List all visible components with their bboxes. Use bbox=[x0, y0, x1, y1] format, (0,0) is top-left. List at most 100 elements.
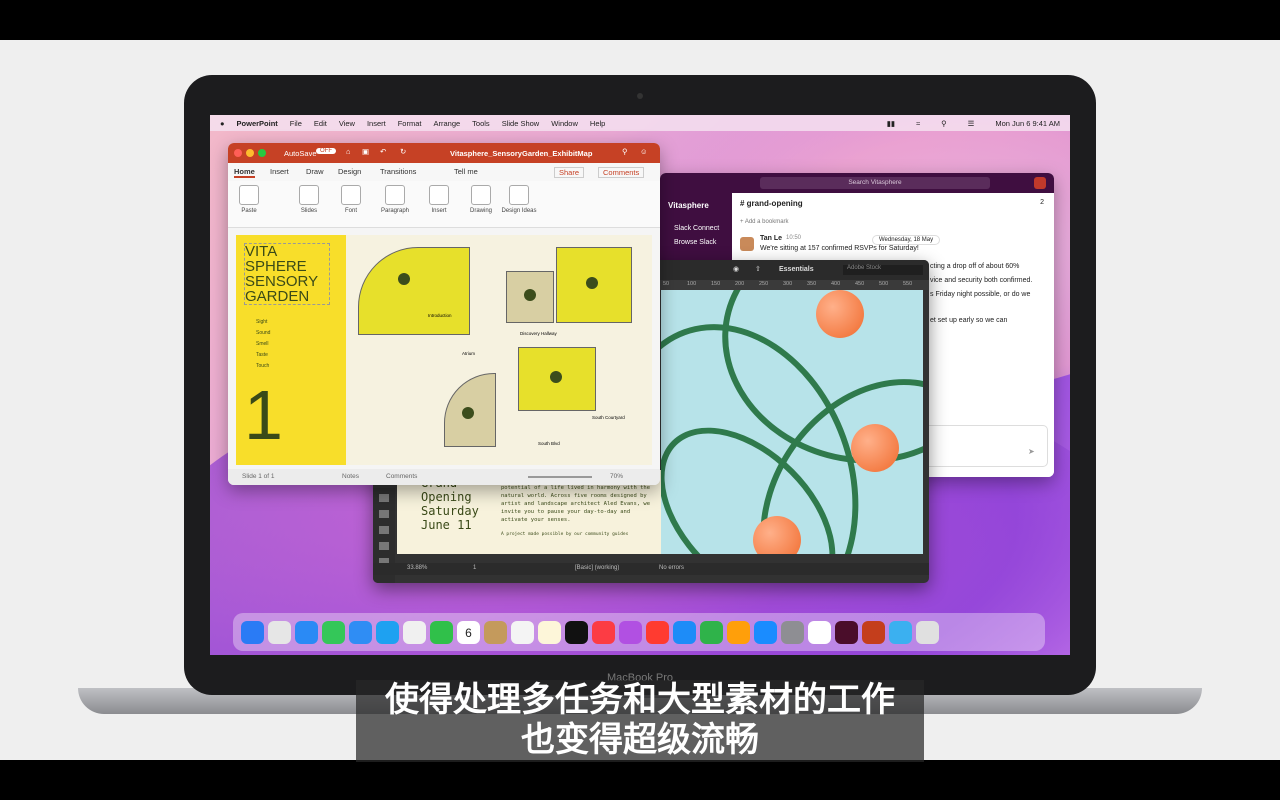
zoom-slider[interactable] bbox=[528, 476, 592, 478]
slack-icon[interactable] bbox=[808, 620, 831, 644]
comments-status-button[interactable]: Comments bbox=[386, 473, 417, 480]
apple-icon[interactable]: ● bbox=[220, 119, 225, 128]
design-ideas-button[interactable]: Design Ideas bbox=[500, 185, 538, 214]
numbers-icon[interactable] bbox=[700, 620, 723, 644]
autosave-toggle[interactable]: OFF bbox=[316, 148, 336, 154]
wifi-icon[interactable]: ≈ bbox=[916, 119, 920, 128]
podcasts-icon[interactable] bbox=[619, 620, 642, 644]
facetime-icon[interactable] bbox=[430, 620, 453, 644]
notes-icon[interactable] bbox=[538, 620, 561, 644]
paste-button[interactable]: Paste bbox=[230, 185, 268, 214]
tab-draw[interactable]: Draw bbox=[306, 167, 324, 176]
tell-me[interactable]: Tell me bbox=[454, 167, 478, 176]
redo-icon[interactable]: ↻ bbox=[400, 147, 406, 156]
reminders-icon[interactable] bbox=[511, 620, 534, 644]
zoom-level[interactable]: 33.88% bbox=[407, 565, 427, 571]
menu-file[interactable]: File bbox=[290, 119, 302, 128]
calendar-icon[interactable]: 6 bbox=[457, 620, 480, 644]
photos-icon[interactable] bbox=[403, 620, 426, 644]
save-icon[interactable]: ▣ bbox=[362, 147, 369, 156]
safari-icon[interactable] bbox=[295, 620, 318, 644]
folder-icon[interactable] bbox=[889, 620, 912, 644]
room-label: South Courtyard bbox=[592, 415, 625, 420]
tab-transitions[interactable]: Transitions bbox=[380, 167, 416, 176]
appstore-icon[interactable] bbox=[754, 620, 777, 644]
search-icon[interactable]: ⚲ bbox=[941, 119, 947, 128]
menu-slideshow[interactable]: Slide Show bbox=[502, 119, 540, 128]
selection-tool-icon[interactable] bbox=[379, 494, 389, 502]
channel-title[interactable]: # grand-opening bbox=[740, 199, 803, 208]
font-button[interactable]: Font bbox=[332, 185, 370, 214]
type-tool-icon[interactable] bbox=[379, 526, 389, 534]
color-mode[interactable]: [Basic] (working) bbox=[575, 565, 619, 571]
tab-insert[interactable]: Insert bbox=[270, 167, 289, 176]
launchpad-icon[interactable] bbox=[268, 620, 291, 644]
smiley-icon[interactable]: ☺ bbox=[640, 147, 648, 156]
messages-icon[interactable] bbox=[322, 620, 345, 644]
sidebar-item-browse-slack[interactable]: Browse Slack bbox=[674, 239, 716, 246]
menu-window[interactable]: Window bbox=[551, 119, 578, 128]
notes-brown-icon[interactable] bbox=[484, 620, 507, 644]
notes-button[interactable]: Notes bbox=[342, 473, 359, 480]
settings-icon[interactable] bbox=[781, 620, 804, 644]
insert-button[interactable]: Insert bbox=[420, 185, 458, 214]
appletv-icon[interactable] bbox=[565, 620, 588, 644]
artboard-number[interactable]: 1 bbox=[473, 565, 476, 571]
member-count[interactable]: 2 bbox=[1040, 199, 1044, 206]
search-icon[interactable]: ⚲ bbox=[622, 147, 628, 156]
drawing-button[interactable]: Drawing bbox=[462, 185, 500, 214]
undo-icon[interactable]: ↶ bbox=[380, 147, 386, 156]
zoom-percent[interactable]: 70% bbox=[610, 473, 623, 480]
slides-button[interactable]: Slides bbox=[290, 185, 328, 214]
stock-search[interactable]: Adobe Stock bbox=[843, 265, 923, 275]
indesign-icon[interactable] bbox=[835, 620, 858, 644]
maps-icon[interactable] bbox=[376, 620, 399, 644]
slack-search[interactable]: Search Vitasphere bbox=[760, 177, 990, 189]
share-button[interactable]: Share bbox=[554, 167, 585, 178]
workspace-switcher[interactable]: Essentials bbox=[779, 266, 814, 273]
menu-view[interactable]: View bbox=[339, 119, 355, 128]
pen-tool-icon[interactable] bbox=[379, 510, 389, 518]
home-icon[interactable]: ⌂ bbox=[346, 147, 351, 156]
menu-format[interactable]: Format bbox=[398, 119, 422, 128]
keynote-icon[interactable] bbox=[673, 620, 696, 644]
ruler-mark: 200 bbox=[735, 281, 745, 287]
tab-design[interactable]: Design bbox=[338, 167, 361, 176]
add-bookmark[interactable]: + Add a bookmark bbox=[740, 219, 789, 225]
send-icon[interactable]: ➤ bbox=[1028, 447, 1035, 456]
mail-icon[interactable] bbox=[349, 620, 372, 644]
paragraph-button[interactable]: Paragraph bbox=[376, 185, 414, 214]
minimize-button[interactable] bbox=[246, 149, 254, 157]
finder-icon[interactable] bbox=[241, 620, 264, 644]
zoom-button[interactable] bbox=[258, 149, 266, 157]
slide-title[interactable]: VITA SPHERE SENSORY GARDEN bbox=[244, 243, 330, 305]
music-icon[interactable] bbox=[592, 620, 615, 644]
tab-home[interactable]: Home bbox=[234, 167, 255, 178]
close-button[interactable] bbox=[234, 149, 242, 157]
ruler-mark: 400 bbox=[831, 281, 841, 287]
lightbulb-icon[interactable]: ◉ bbox=[733, 265, 739, 273]
menu-app-name[interactable]: PowerPoint bbox=[237, 119, 278, 128]
comments-button[interactable]: Comments bbox=[598, 167, 645, 178]
sidebar-item-slack-connect[interactable]: Slack Connect bbox=[674, 225, 719, 232]
menu-insert[interactable]: Insert bbox=[367, 119, 386, 128]
menu-tools[interactable]: Tools bbox=[472, 119, 490, 128]
battery-icon[interactable]: ▮▮ bbox=[887, 119, 895, 128]
poster-footer: A project made possible by our community… bbox=[501, 532, 629, 537]
exhibit-map[interactable]: Introduction Discovery Hallway Atrium So… bbox=[346, 235, 652, 465]
trash-icon[interactable] bbox=[916, 620, 939, 644]
menu-datetime[interactable]: Mon Jun 6 9:41 AM bbox=[995, 119, 1060, 128]
control-center-icon[interactable]: ☰ bbox=[968, 119, 975, 128]
hand-tool-icon[interactable] bbox=[379, 542, 389, 550]
share-icon[interactable]: ⇧ bbox=[755, 265, 761, 273]
menu-arrange[interactable]: Arrange bbox=[433, 119, 460, 128]
menu-help[interactable]: Help bbox=[590, 119, 605, 128]
news-icon[interactable] bbox=[646, 620, 669, 644]
avatar[interactable] bbox=[1034, 177, 1046, 189]
menu-edit[interactable]: Edit bbox=[314, 119, 327, 128]
powerpoint-icon[interactable] bbox=[862, 620, 885, 644]
pages-icon[interactable] bbox=[727, 620, 750, 644]
slide-left-panel[interactable]: VITA SPHERE SENSORY GARDEN Sight Sound S… bbox=[236, 235, 346, 465]
slack-workspace[interactable]: Vitasphere bbox=[668, 201, 709, 210]
message-author[interactable]: Tan Le bbox=[760, 235, 782, 242]
